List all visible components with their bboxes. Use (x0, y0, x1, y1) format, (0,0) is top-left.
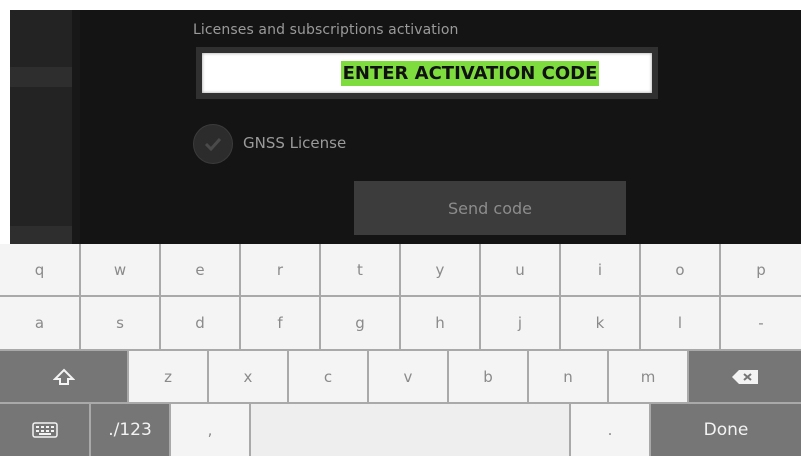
backspace-icon (732, 369, 758, 384)
key-a[interactable]: a (0, 297, 79, 349)
send-code-button[interactable]: Send code (354, 181, 626, 235)
check-icon (204, 137, 222, 151)
side-rail (10, 10, 72, 244)
key-l[interactable]: l (641, 297, 719, 349)
key-i[interactable]: i (561, 244, 639, 295)
gnss-license-label: GNSS License (243, 134, 347, 152)
key-w[interactable]: w (81, 244, 159, 295)
key-g[interactable]: g (321, 297, 399, 349)
key-p[interactable]: p (721, 244, 801, 295)
key-k[interactable]: k (561, 297, 639, 349)
key-e[interactable]: e (161, 244, 239, 295)
key-b[interactable]: b (449, 351, 527, 402)
key-r[interactable]: r (241, 244, 319, 295)
key-h[interactable]: h (401, 297, 479, 349)
side-rail-item (10, 67, 72, 87)
key-n[interactable]: n (529, 351, 607, 402)
space-bar[interactable] (251, 404, 569, 456)
key-m[interactable]: m (609, 351, 687, 402)
key-s[interactable]: s (81, 297, 159, 349)
backspace-key[interactable] (689, 351, 801, 402)
keyboard-icon (31, 422, 58, 438)
activation-code-input[interactable]: ENTER ACTIVATION CODE (202, 53, 652, 93)
key-c[interactable]: c (289, 351, 367, 402)
gnss-license-checkbox[interactable] (193, 124, 233, 164)
key-f[interactable]: f (241, 297, 319, 349)
side-rail-item (10, 226, 72, 244)
activation-code-field[interactable]: ENTER ACTIVATION CODE (196, 47, 658, 99)
key-t[interactable]: t (321, 244, 399, 295)
activation-code-value: ENTER ACTIVATION CODE (340, 60, 600, 86)
key-z[interactable]: z (129, 351, 207, 402)
key-q[interactable]: q (0, 244, 79, 295)
device-screen: Licenses and subscriptions activation EN… (0, 0, 801, 456)
on-screen-keyboard: q w e r t y u i o p a s d f g h j k l - … (0, 244, 801, 456)
numeric-mode-key[interactable]: ./123 (91, 404, 169, 456)
key-x[interactable]: x (209, 351, 287, 402)
key-y[interactable]: y (401, 244, 479, 295)
key-j[interactable]: j (481, 297, 559, 349)
key-o[interactable]: o (641, 244, 719, 295)
key-period[interactable]: . (571, 404, 649, 456)
key-v[interactable]: v (369, 351, 447, 402)
keyboard-switch-key[interactable] (0, 404, 89, 456)
key-dash[interactable]: - (721, 297, 801, 349)
section-title: Licenses and subscriptions activation (193, 22, 459, 38)
key-d[interactable]: d (161, 297, 239, 349)
shift-icon (52, 368, 75, 385)
key-u[interactable]: u (481, 244, 559, 295)
done-key[interactable]: Done (651, 404, 801, 456)
shift-key[interactable] (0, 351, 127, 402)
key-comma[interactable]: , (171, 404, 249, 456)
